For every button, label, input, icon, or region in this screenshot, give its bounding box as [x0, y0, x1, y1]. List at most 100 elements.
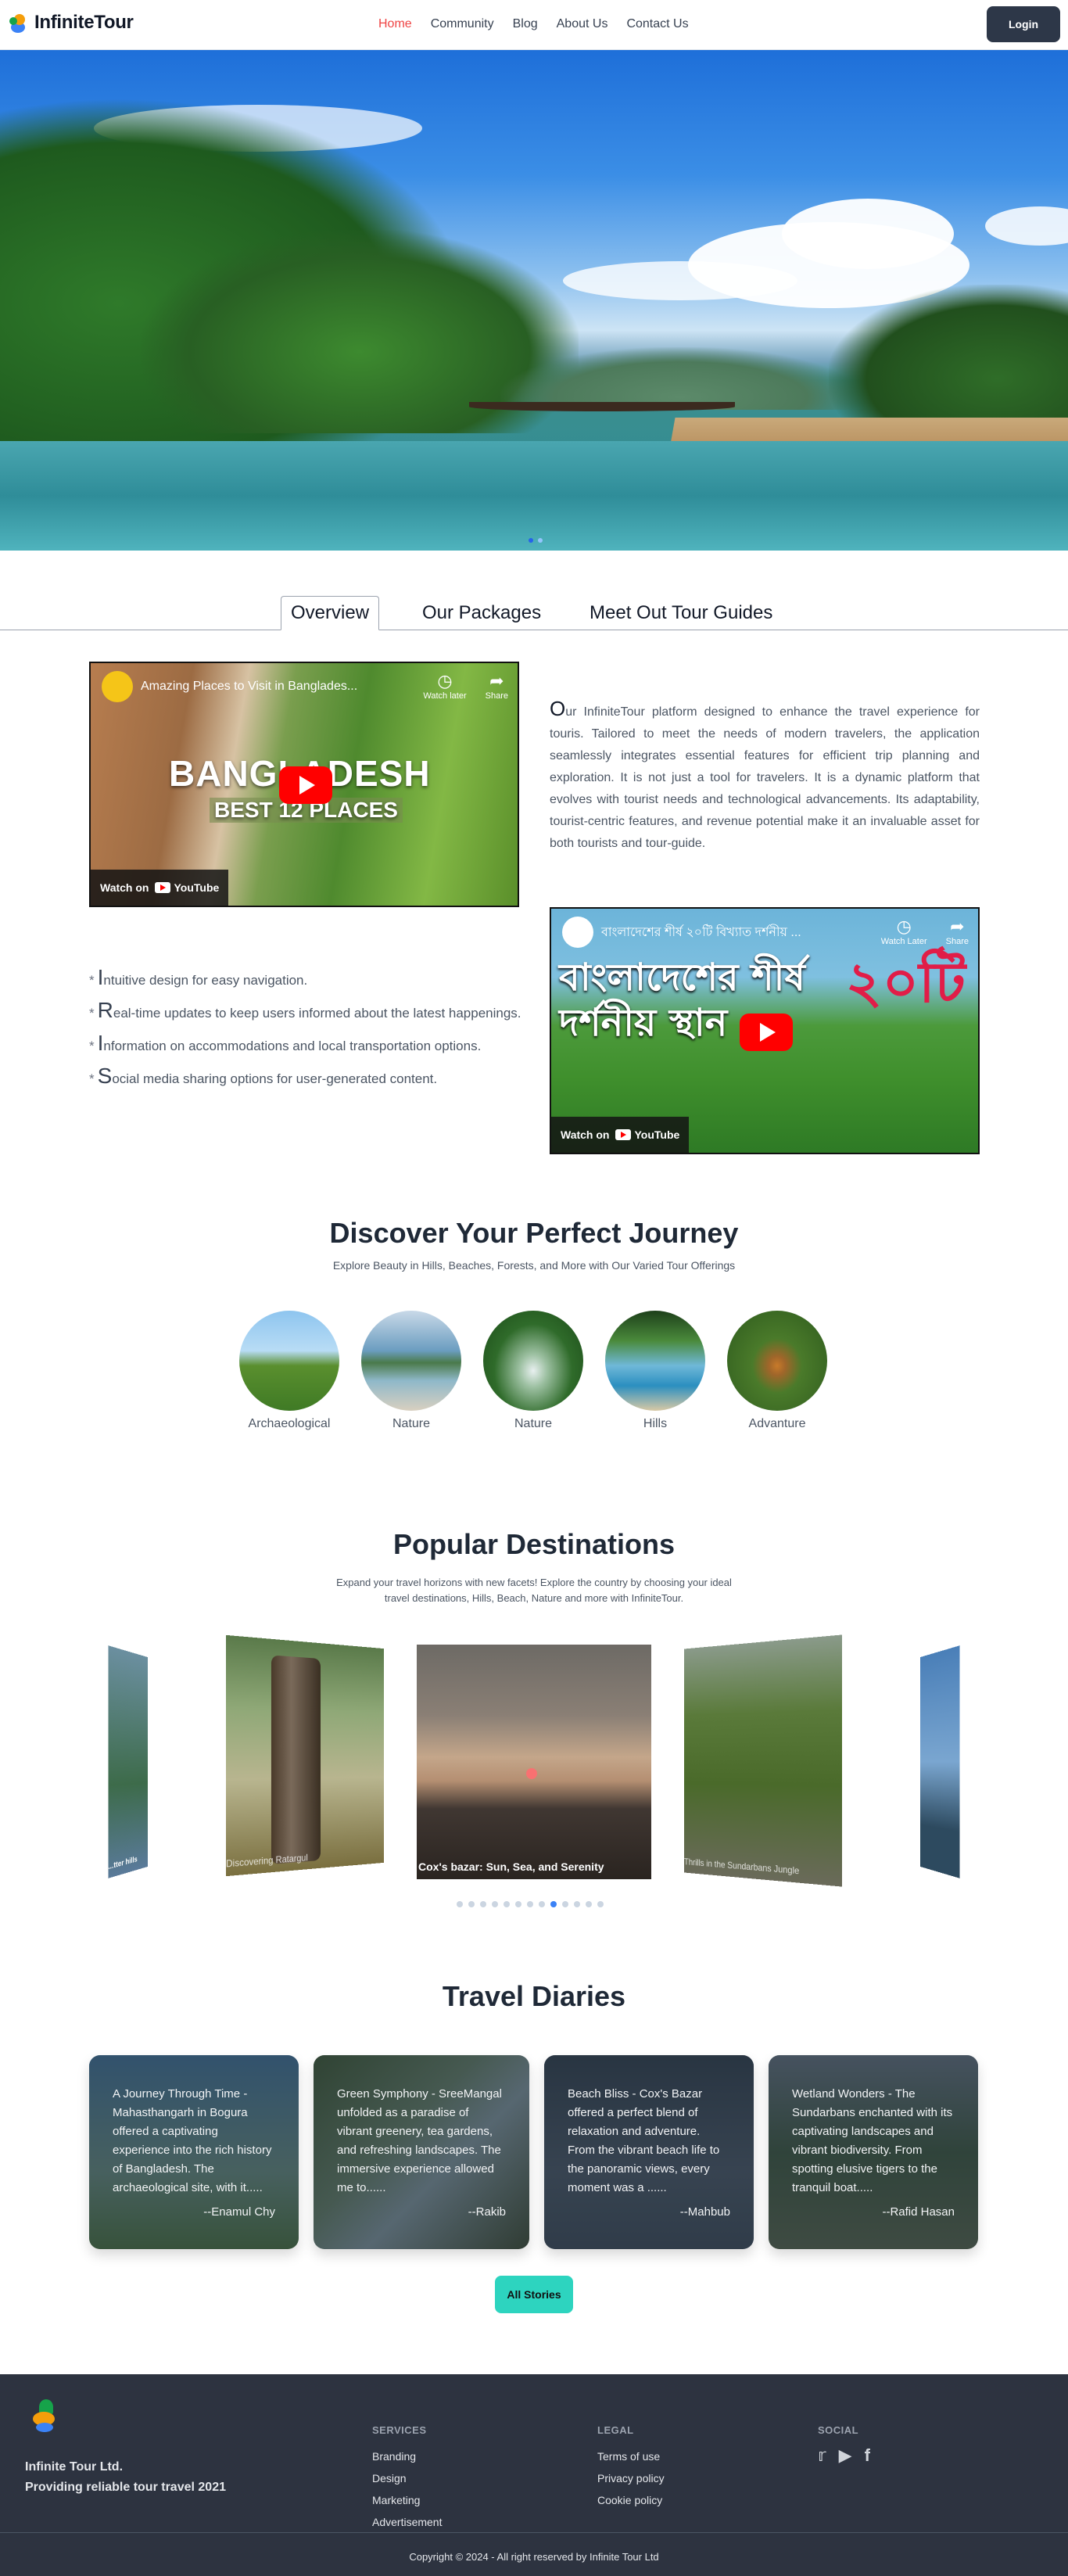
footer-services: SERVICES Branding Design Marketing Adver… [372, 2424, 442, 2533]
footer-divider [0, 2532, 1068, 2533]
category-image[interactable] [727, 1311, 827, 1411]
category-adventure[interactable]: Advanture [727, 1311, 827, 1431]
slide-caption: ...tter hills [108, 1855, 138, 1872]
category-image[interactable] [605, 1311, 705, 1411]
category-image[interactable] [239, 1311, 339, 1411]
share-icon: ➦ [950, 917, 965, 936]
play-button[interactable] [279, 766, 332, 804]
video-title-bar: Amazing Places to Visit in Banglades... [102, 671, 455, 702]
tab-our-packages[interactable]: Our Packages [413, 596, 550, 630]
footer-link-marketing[interactable]: Marketing [372, 2489, 442, 2511]
carousel-dot[interactable] [597, 1901, 604, 1907]
facebook-icon[interactable]: f [865, 2445, 870, 2466]
carousel-dot[interactable] [468, 1901, 475, 1907]
watch-on-youtube-button[interactable]: Watch on YouTube [91, 870, 229, 906]
footer-link-design[interactable]: Design [372, 2467, 442, 2489]
carousel-dot[interactable] [480, 1901, 486, 1907]
carousel-dot[interactable] [550, 1901, 557, 1907]
watch-later-button[interactable]: ◷ Watch Later [881, 917, 927, 946]
diary-card[interactable]: A Journey Through Time - Mahasthangarh i… [89, 2055, 299, 2249]
footer-link-terms[interactable]: Terms of use [597, 2445, 665, 2467]
brand-name: InfiniteTour [34, 12, 134, 33]
carousel-pagination [457, 1901, 604, 1907]
nav-link-community[interactable]: Community [431, 17, 494, 31]
carousel-dot[interactable] [562, 1901, 568, 1907]
watch-on-youtube-button[interactable]: Watch on YouTube [551, 1117, 690, 1153]
list-item: * Intuitive design for easy navigation. [89, 965, 308, 989]
diary-card[interactable]: Wetland Wonders - The Sundarbans enchant… [769, 2055, 978, 2249]
footer-company: Infinite Tour Ltd. Providing reliable to… [25, 2460, 226, 2494]
hero-dot[interactable] [538, 538, 543, 543]
destination-slide[interactable]: Thrills in the Sundarbans Jungle [683, 1634, 843, 1887]
nav-link-about[interactable]: About Us [557, 17, 608, 31]
carousel-dot[interactable] [504, 1901, 510, 1907]
carousel-dot[interactable] [539, 1901, 545, 1907]
footer-link-cookie[interactable]: Cookie policy [597, 2489, 665, 2511]
destination-slide[interactable] [919, 1645, 960, 1878]
footer-link-branding[interactable]: Branding [372, 2445, 442, 2467]
play-button[interactable] [740, 1014, 793, 1051]
footer-heading: LEGAL [597, 2424, 634, 2436]
category-archaeological[interactable]: Archaeological [239, 1311, 339, 1431]
category-hills[interactable]: Hills [605, 1311, 705, 1431]
channel-avatar[interactable] [102, 671, 133, 702]
tab-overview[interactable]: Overview [281, 596, 380, 630]
footer-legal: LEGAL Terms of use Privacy policy Cookie… [597, 2424, 665, 2511]
category-label: Archaeological [248, 1417, 331, 1430]
footer-link-privacy[interactable]: Privacy policy [597, 2467, 665, 2489]
youtube-icon[interactable]: ▶ [839, 2445, 852, 2466]
tab-tour-guides[interactable]: Meet Out Tour Guides [580, 596, 782, 630]
video-overlay-line2: দর্শনীয় স্থান [559, 1001, 728, 1045]
carousel-dot[interactable] [527, 1901, 533, 1907]
nav-link-contact[interactable]: Contact Us [626, 17, 688, 31]
carousel-dot[interactable] [515, 1901, 521, 1907]
popular-subtitle-line1: Expand your travel horizons with new fac… [336, 1577, 732, 1588]
watch-later-button[interactable]: ◷ Watch later [423, 671, 466, 701]
nav-link-home[interactable]: Home [378, 17, 412, 31]
login-button[interactable]: Login [987, 6, 1060, 42]
category-image[interactable] [483, 1311, 583, 1411]
category-nature-waterfall[interactable]: Nature [483, 1311, 583, 1431]
footer: Infinite Tour Ltd. Providing reliable to… [0, 2374, 1068, 2576]
carousel-dot[interactable] [574, 1901, 580, 1907]
slide-caption: Discovering Ratargul [225, 1852, 308, 1870]
destination-slide[interactable]: Discovering Ratargul [225, 1634, 385, 1877]
category-label: Hills [643, 1417, 668, 1430]
slide-caption: Cox's bazar: Sun, Sea, and Serenity [418, 1860, 604, 1873]
youtube-embed-bangladesh[interactable]: BANGLADESH BEST 12 PLACES Amazing Places… [89, 662, 519, 907]
carousel-dot[interactable] [586, 1901, 592, 1907]
category-nature-beach[interactable]: Nature [361, 1311, 461, 1431]
carousel-dot[interactable] [457, 1901, 463, 1907]
carousel-dot[interactable] [492, 1901, 498, 1907]
discover-subtitle: Explore Beauty in Hills, Beaches, Forest… [332, 1259, 736, 1272]
channel-avatar[interactable] [562, 917, 593, 948]
destination-slide[interactable]: ...tter hills [108, 1645, 149, 1878]
category-list: Archaeological Nature Nature Hills Advan… [239, 1311, 827, 1431]
hero-carousel-dots[interactable] [529, 538, 543, 543]
category-image[interactable] [361, 1311, 461, 1411]
list-item: * Information on accommodations and local… [89, 1031, 482, 1055]
video-actions: ◷ Watch Later ➦ Share [881, 917, 969, 946]
slide-caption: Thrills in the Sundarbans Jungle [683, 1856, 800, 1877]
nav-link-blog[interactable]: Blog [513, 17, 538, 31]
diary-card[interactable]: Green Symphony - SreeMangal unfolded as … [314, 2055, 529, 2249]
diary-excerpt: Green Symphony - SreeMangal unfolded as … [337, 2087, 502, 2194]
hero-carousel[interactable] [0, 50, 1068, 551]
share-button[interactable]: ➦ Share [946, 917, 969, 946]
list-item: * Real-time updates to keep users informe… [89, 998, 521, 1022]
hero-dot[interactable] [529, 538, 533, 543]
youtube-embed-bangla-places[interactable]: বাংলাদেশের শীর্ষ দর্শনীয় স্থান ২০টি বাং… [550, 907, 980, 1154]
list-item: * Social media sharing options for user-g… [89, 1064, 438, 1088]
brand[interactable]: InfiniteTour [9, 11, 134, 34]
share-button[interactable]: ➦ Share [486, 671, 508, 701]
video-title-bar: বাংলাদেশের শীর্ষ ২০টি বিখ্যাত দর্শনীয় .… [562, 917, 916, 948]
video-title[interactable]: বাংলাদেশের শীর্ষ ২০টি বিখ্যাত দর্শনীয় .… [601, 922, 801, 943]
twitter-icon[interactable]: 𝕣 [818, 2445, 826, 2466]
all-stories-button[interactable]: All Stories [495, 2276, 573, 2313]
diary-excerpt: Beach Bliss - Cox's Bazar offered a perf… [568, 2087, 720, 2194]
diary-card[interactable]: Beach Bliss - Cox's Bazar offered a perf… [544, 2055, 754, 2249]
destination-slide-active[interactable]: Cox's bazar: Sun, Sea, and Serenity [417, 1645, 651, 1879]
footer-link-advertisement[interactable]: Advertisement [372, 2511, 442, 2533]
video-title[interactable]: Amazing Places to Visit in Banglades... [141, 680, 357, 694]
popular-title: Popular Destinations [392, 1528, 676, 1560]
